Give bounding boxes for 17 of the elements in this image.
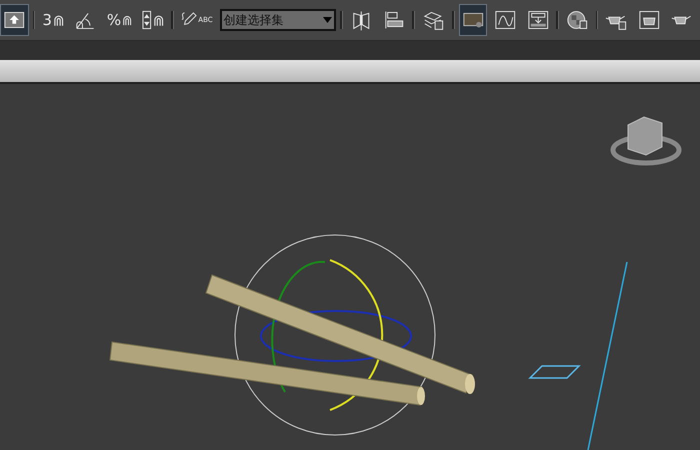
arrow-up-icon [3, 9, 26, 31]
snap-toggle[interactable]: 3 [39, 4, 68, 36]
checker-sphere-icon [566, 9, 589, 31]
select-button[interactable] [0, 4, 29, 36]
magnet-icon [52, 14, 64, 26]
curve-editor-icon [494, 9, 517, 31]
caret-icon [323, 17, 332, 23]
align-icon [382, 9, 406, 31]
spinner-icon [142, 10, 152, 30]
teapot-icon [638, 9, 660, 31]
scene-explorer-button[interactable] [458, 4, 488, 36]
schematic-icon [526, 9, 550, 31]
layers-icon [422, 9, 445, 31]
viewcube-drawing [610, 116, 682, 166]
magnet-icon [153, 14, 164, 26]
magnet-icon [122, 14, 132, 26]
percent-snap-toggle[interactable]: % [104, 4, 136, 36]
